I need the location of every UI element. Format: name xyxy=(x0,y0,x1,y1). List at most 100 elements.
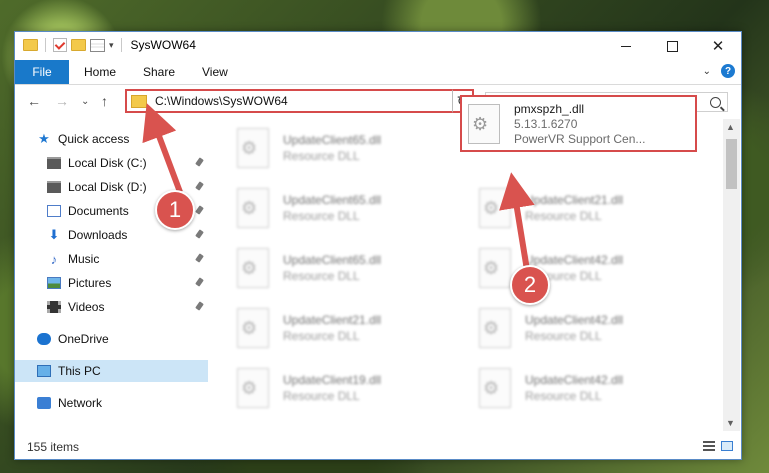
sidebar-item-label: Music xyxy=(68,252,100,266)
tab-view[interactable]: View xyxy=(202,60,228,84)
forward-arrow-icon[interactable]: → xyxy=(55,93,69,109)
scroll-thumb[interactable] xyxy=(726,139,737,189)
pin-icon xyxy=(195,277,204,287)
file-name: UpdateClient42.dll xyxy=(525,313,624,327)
rename-icon[interactable] xyxy=(90,38,105,52)
callout-step-2: 2 xyxy=(510,265,550,305)
network-icon xyxy=(37,397,51,409)
onedrive-icon xyxy=(37,333,51,345)
sidebar-item-onedrive[interactable]: OneDrive xyxy=(15,328,208,350)
expand-ribbon-icon[interactable]: ⌄ xyxy=(703,66,711,77)
list-item[interactable]: UpdateClient65.dll Resource DLL xyxy=(237,186,457,230)
file-type: Resource DLL xyxy=(283,389,360,403)
sidebar-item-videos[interactable]: Videos xyxy=(15,296,208,318)
pictures-icon xyxy=(47,277,61,289)
file-name: UpdateClient65.dll xyxy=(283,133,382,147)
scroll-up-icon[interactable]: ▲ xyxy=(726,122,735,132)
toolbar-divider xyxy=(120,38,122,52)
dll-file-icon xyxy=(237,308,269,348)
back-arrow-icon[interactable]: ← xyxy=(27,93,41,109)
file-list: UpdateClient65.dll Resource DLL UpdateCli… xyxy=(225,122,723,432)
status-bar: 155 items xyxy=(15,436,741,458)
file-type: Resource DLL xyxy=(525,329,602,343)
callout-step-1: 1 xyxy=(155,190,195,230)
file-name: UpdateClient65.dll xyxy=(283,253,382,267)
file-type: Resource DLL xyxy=(283,269,360,283)
sidebar-item-label: Local Disk (C:) xyxy=(68,156,147,170)
tiles-view-icon[interactable] xyxy=(721,441,733,451)
videos-icon xyxy=(47,301,61,313)
window-title: SysWOW64 xyxy=(130,38,196,52)
pin-icon xyxy=(195,157,204,167)
file-name: pmxspzh_.dll xyxy=(514,101,585,116)
ribbon-right-controls: ⌄ ? xyxy=(703,64,735,78)
file-type: Resource DLL xyxy=(525,389,602,403)
dll-file-icon xyxy=(237,248,269,288)
list-item[interactable]: UpdateClient65.dll Resource DLL xyxy=(237,126,457,170)
folder-icon xyxy=(131,94,147,108)
details-view-icon[interactable] xyxy=(703,441,715,451)
disk-icon xyxy=(47,181,61,193)
sidebar-item-label: Local Disk (D:) xyxy=(68,180,147,194)
sidebar-item-local-disk-c[interactable]: Local Disk (C:) xyxy=(15,152,208,174)
vertical-scrollbar[interactable]: ▲ ▼ xyxy=(723,119,740,431)
customize-toolbar-dropdown-icon[interactable]: ▾ xyxy=(109,40,114,51)
disk-icon xyxy=(47,157,61,169)
sidebar-item-label: This PC xyxy=(58,364,101,378)
help-icon[interactable]: ? xyxy=(721,64,735,78)
close-icon: ✕ xyxy=(711,38,725,55)
up-arrow-icon[interactable]: ↑ xyxy=(101,93,108,109)
file-type: Resource DLL xyxy=(525,209,602,223)
documents-icon xyxy=(47,205,61,217)
new-folder-icon[interactable] xyxy=(71,39,86,51)
file-name: UpdateClient42.dll xyxy=(525,373,624,387)
minimize-button[interactable] xyxy=(603,32,649,60)
file-version: 5.13.1.6270 xyxy=(514,116,578,131)
sidebar-item-quick-access[interactable]: ★ Quick access xyxy=(15,128,230,150)
sidebar-item-this-pc[interactable]: This PC xyxy=(15,360,208,382)
dll-file-icon xyxy=(237,128,269,168)
dll-file-icon xyxy=(479,248,511,288)
tab-share[interactable]: Share xyxy=(143,60,175,84)
scroll-down-icon[interactable]: ▼ xyxy=(726,418,735,428)
maximize-icon xyxy=(666,40,678,52)
file-description: PowerVR Support Cen... xyxy=(514,131,646,146)
sidebar-item-label: Pictures xyxy=(68,276,112,290)
search-icon xyxy=(710,96,721,108)
dll-file-icon xyxy=(479,188,511,228)
list-item[interactable]: UpdateClient21.dll Resource DLL xyxy=(237,306,457,350)
file-type: Resource DLL xyxy=(283,209,360,223)
list-item[interactable]: UpdateClient42.dll Resource DLL xyxy=(479,306,699,350)
list-item[interactable]: UpdateClient19.dll Resource DLL xyxy=(237,366,457,410)
sidebar-item-network[interactable]: Network xyxy=(15,392,208,414)
sidebar-item-pictures[interactable]: Pictures xyxy=(15,272,208,294)
address-input[interactable] xyxy=(153,93,437,109)
recent-locations-chevron-icon[interactable]: ⌄ xyxy=(81,96,89,107)
close-button[interactable]: ✕ xyxy=(695,32,741,60)
star-icon: ★ xyxy=(38,131,50,146)
music-icon: ♪ xyxy=(50,251,58,267)
sidebar-item-label: Videos xyxy=(68,300,105,314)
address-bar[interactable]: ⌄ xyxy=(125,89,472,113)
list-item[interactable]: UpdateClient21.dll Resource DLL xyxy=(479,186,699,230)
tab-file[interactable]: File xyxy=(15,60,69,84)
toolbar-divider xyxy=(45,38,46,52)
sidebar-item-label: Downloads xyxy=(68,228,128,242)
ribbon-tabs: File Home Share View ⌄ ? xyxy=(15,60,741,85)
dll-file-icon xyxy=(237,368,269,408)
dll-file-icon xyxy=(237,188,269,228)
list-item[interactable]: UpdateClient42.dll Resource DLL xyxy=(479,366,699,410)
sidebar-item-music[interactable]: ♪ Music xyxy=(15,248,208,270)
properties-check-icon[interactable] xyxy=(53,38,67,52)
window-controls: ✕ xyxy=(603,32,741,60)
pin-icon xyxy=(195,181,204,191)
highlighted-dll-file[interactable]: pmxspzh_.dll 5.13.1.6270 PowerVR Support… xyxy=(460,95,697,152)
maximize-button[interactable] xyxy=(649,32,695,60)
pin-icon xyxy=(195,253,204,263)
tab-home[interactable]: Home xyxy=(84,60,116,84)
sidebar-item-label: Network xyxy=(58,396,103,410)
file-type: Resource DLL xyxy=(283,329,360,343)
file-name: UpdateClient21.dll xyxy=(283,313,382,327)
this-pc-icon xyxy=(37,365,51,377)
list-item[interactable]: UpdateClient65.dll Resource DLL xyxy=(237,246,457,290)
